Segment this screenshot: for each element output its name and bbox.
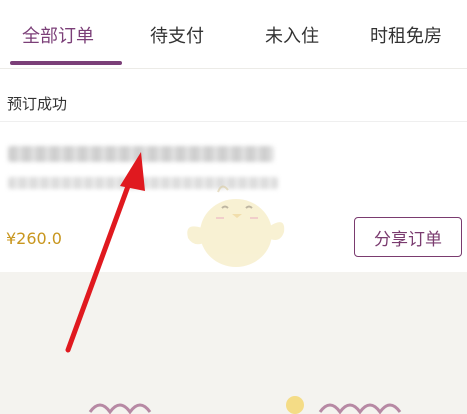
tab-not-checked-in[interactable]: 未入住 xyxy=(265,22,319,48)
hotel-name-blurred xyxy=(8,146,274,162)
tab-hourly-free-room[interactable]: 时租免房 xyxy=(370,22,442,48)
order-price: ¥260.0 xyxy=(6,229,62,248)
active-tab-indicator xyxy=(10,61,122,65)
tab-pending-payment[interactable]: 待支付 xyxy=(150,22,204,48)
order-status-row: 预订成功 xyxy=(0,69,467,122)
chick-mascot-watermark xyxy=(187,185,285,267)
order-status: 预订成功 xyxy=(7,95,68,113)
tab-all-orders[interactable]: 全部订单 xyxy=(22,22,94,48)
order-tabs: 全部订单 待支付 未入住 时租免房 xyxy=(0,0,467,69)
share-order-button[interactable]: 分享订单 xyxy=(354,217,462,257)
decorative-scribble-bottom xyxy=(88,396,402,414)
